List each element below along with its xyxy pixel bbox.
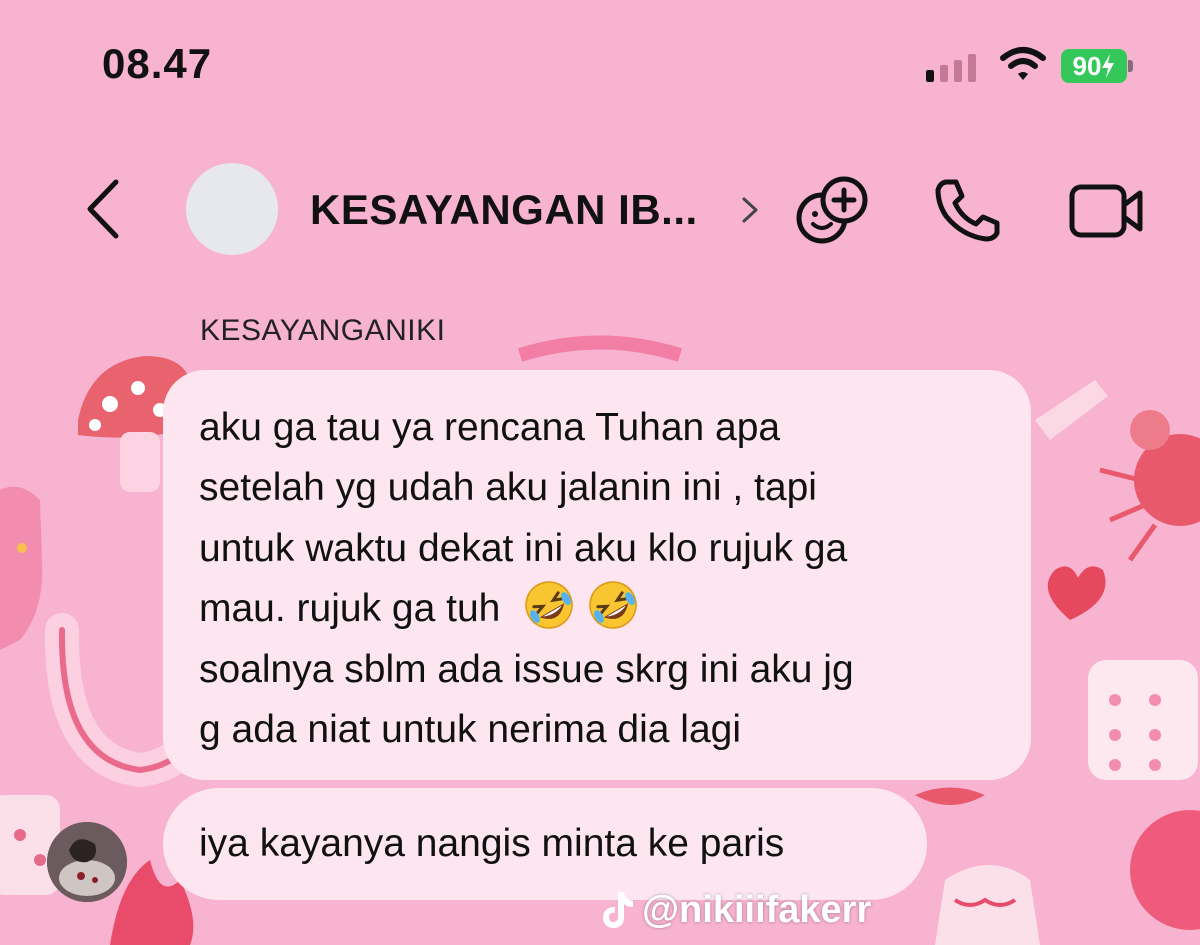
sender-avatar[interactable]: [47, 822, 127, 902]
eye-decoration: [517, 335, 683, 362]
rolling-on-floor-laughing-emoji: [589, 581, 637, 630]
message-line: aku ga tau ya rencana Tuhan apa: [199, 406, 781, 449]
status-time: 08.47: [102, 40, 213, 87]
watermark-handle: @nikiiifakerr: [642, 888, 872, 931]
message-line: setelah yg udah aku jalanin ini , tapi: [199, 466, 817, 510]
lips-decoration: [915, 787, 985, 805]
wifi-icon: [1000, 47, 1046, 80]
key-decoration: [1035, 380, 1108, 440]
ball-decoration: [1130, 810, 1200, 930]
heart-decoration: [1047, 566, 1106, 620]
battery-charging-icon: [1102, 54, 1115, 78]
spider-decoration: [1099, 410, 1200, 562]
message-line: iya kayanya nangis minta ke paris: [199, 822, 785, 865]
message-line: untuk waktu dekat ini aku klo rujuk ga: [199, 526, 848, 570]
rolling-on-floor-laughing-emoji: [525, 581, 573, 630]
sender-name: KESAYANGANIKI: [200, 314, 446, 347]
message-line: g ada niat untuk nerima dia lagi: [199, 708, 742, 752]
message-bubble[interactable]: aku ga tau ya rencana Tuhan apa setelah …: [163, 370, 1031, 780]
bottle-decoration: [935, 865, 1040, 945]
group-avatar[interactable]: [186, 163, 278, 255]
chevron-right-icon[interactable]: [738, 193, 762, 227]
dice-decoration-right: [1088, 660, 1198, 780]
phone-icon[interactable]: [932, 176, 1004, 244]
signal-icon: [926, 54, 976, 82]
battery-tip: [1128, 60, 1133, 72]
hand-decoration: [0, 486, 43, 650]
message-line-with-emoji: mau. rujuk ga tuh: [199, 579, 997, 639]
message-line-text: mau. rujuk ga tuh: [199, 587, 501, 631]
battery-percent: 90: [1072, 50, 1102, 81]
tiktok-icon: [603, 892, 633, 928]
chat-screen: 08.47 90 KESAYANGAN IB... KESAYANGANIKI …: [0, 0, 1200, 945]
watermark: @nikiiifakerr: [600, 884, 871, 936]
battery-indicator: 90: [1061, 49, 1133, 83]
conversation-title[interactable]: KESAYANGAN IB...: [310, 186, 698, 234]
battery-level: 90: [1061, 49, 1127, 83]
video-camera-icon[interactable]: [1068, 181, 1146, 241]
chevron-left-icon[interactable]: [80, 176, 128, 242]
avatar-photo: [47, 822, 127, 902]
message-line: soalnya sblm ada issue skrg ini aku jg: [199, 647, 854, 691]
add-people-icon[interactable]: [794, 176, 870, 244]
